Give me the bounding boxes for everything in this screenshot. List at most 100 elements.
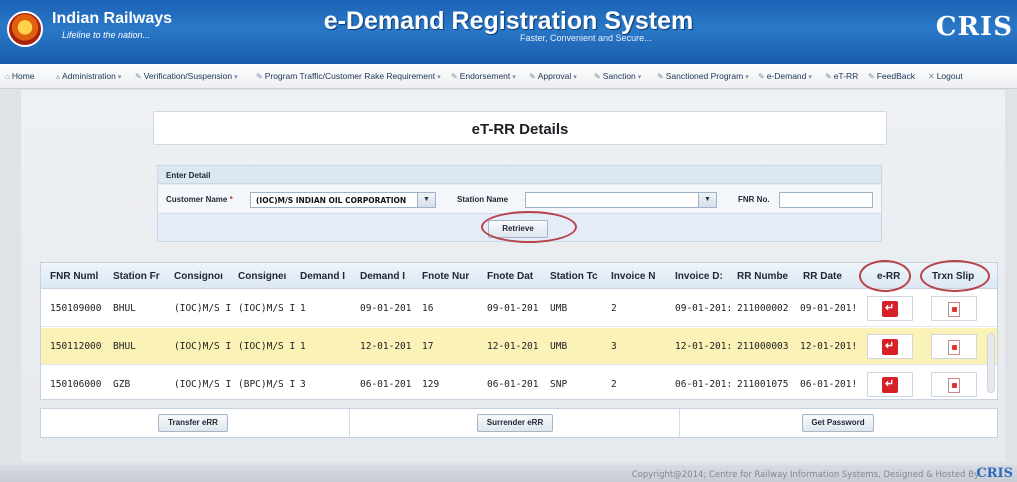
cell-demand-no: 1 xyxy=(300,341,306,352)
customer-name-value: (IOC)M/S INDIAN OIL CORPORATION xyxy=(256,196,407,205)
footer-cris-logo: CRIS xyxy=(976,466,1013,481)
customer-name-label: Customer Name * xyxy=(166,195,233,204)
trxn-slip-button[interactable] xyxy=(931,372,977,397)
col-e-rr[interactable]: e-RR xyxy=(877,271,917,282)
cell-consignor: (IOC)M/S I xyxy=(174,341,232,352)
e-rr-download-button[interactable] xyxy=(867,296,913,321)
table-row[interactable]: 150106000 GZB (IOC)M/S I (BPC)M/S I 3 06… xyxy=(41,366,997,399)
menu-feedback[interactable]: ✎ FeedBack xyxy=(868,71,915,81)
col-invoice-date[interactable]: Invoice D: xyxy=(675,271,735,282)
page-footer: Copyright@2014; Centre for Railway Infor… xyxy=(0,465,1017,482)
col-consignee[interactable]: Consigneı xyxy=(238,271,300,282)
fnr-no-label: FNR No. xyxy=(738,195,770,204)
cell-consignee: (BPC)M/S I xyxy=(238,379,296,390)
action-bar: Transfer eRR Surrender eRR Get Password xyxy=(40,408,998,438)
menu-logout[interactable]: ✕ Logout xyxy=(928,71,963,81)
surrender-err-button[interactable]: Surrender eRR xyxy=(477,414,553,432)
cell-fnote-no: 17 xyxy=(422,341,434,352)
chevron-down-icon: ▾ xyxy=(573,74,577,81)
action-cell: Surrender eRR xyxy=(350,409,680,437)
cell-invoice-date: 09-01-201: xyxy=(675,303,733,314)
chevron-down-icon: ▾ xyxy=(808,74,812,81)
menu-administration[interactable]: ▵ Administration ▾ xyxy=(56,71,121,81)
chevron-down-icon[interactable]: ▼ xyxy=(417,193,435,207)
cell-fnote-date: 12-01-201 xyxy=(487,341,539,352)
cell-fnr: 150106000 xyxy=(50,379,102,390)
e-rr-download-button[interactable] xyxy=(867,334,913,359)
menu-sanctioned-program[interactable]: ✎ Sanctioned Program ▾ xyxy=(657,71,749,81)
cell-rr-date: 09-01-201! xyxy=(800,303,858,314)
pencil-icon: ✎ xyxy=(868,72,875,81)
menu-endorsement[interactable]: ✎ Endorsement ▾ xyxy=(451,71,516,81)
station-name-select[interactable]: ▼ xyxy=(525,192,717,208)
col-station-to[interactable]: Station Tc xyxy=(550,271,610,282)
cell-demand-date: 12-01-201 xyxy=(360,341,412,352)
cell-demand-date: 06-01-201 xyxy=(360,379,412,390)
col-demand-date[interactable]: Demand I xyxy=(360,271,420,282)
col-fnote-date[interactable]: Fnote Dat xyxy=(487,271,547,282)
menu-e-demand[interactable]: ✎ e-Demand ▾ xyxy=(758,71,812,81)
trxn-slip-button[interactable] xyxy=(931,334,977,359)
col-rr-date[interactable]: RR Date xyxy=(803,271,859,282)
menu-home[interactable]: ⌂ Home xyxy=(5,71,35,81)
menu-verification[interactable]: ✎ Verification/Suspension ▾ xyxy=(135,71,238,81)
col-consignor[interactable]: Consignoı xyxy=(174,271,236,282)
search-form: Enter Detail Customer Name * (IOC)M/S IN… xyxy=(157,165,882,242)
menu-approval[interactable]: ✎ Approval ▾ xyxy=(529,71,577,81)
cell-invoice-no: 2 xyxy=(611,379,617,390)
table-scrollbar[interactable] xyxy=(987,333,995,393)
pencil-icon: ✎ xyxy=(825,72,832,81)
form-header: Enter Detail xyxy=(158,166,881,184)
pencil-icon: ✎ xyxy=(451,72,458,81)
table-row[interactable]: 150112000 BHUL (IOC)M/S I (IOC)M/S I 1 1… xyxy=(41,328,997,365)
app-title: e-Demand Registration System xyxy=(323,7,694,35)
cell-consignor: (IOC)M/S I xyxy=(174,303,232,314)
col-rr-number[interactable]: RR Numbe xyxy=(737,271,795,282)
cell-demand-date: 09-01-201 xyxy=(360,303,412,314)
home-icon: ⌂ xyxy=(5,72,10,81)
cell-demand-no: 3 xyxy=(300,379,306,390)
get-password-button[interactable]: Get Password xyxy=(802,414,874,432)
pencil-icon: ✎ xyxy=(529,72,536,81)
table-header: FNR Numl Station Fr Consignoı Consigneı … xyxy=(41,263,997,289)
chevron-down-icon: ▾ xyxy=(637,74,642,81)
fnr-no-input[interactable] xyxy=(779,192,873,208)
cell-invoice-date: 12-01-201: xyxy=(675,341,733,352)
action-cell: Transfer eRR xyxy=(41,409,350,437)
pencil-icon: ✎ xyxy=(594,72,601,81)
form-section-label: Enter Detail xyxy=(166,171,211,180)
col-demand-no[interactable]: Demand I xyxy=(300,271,358,282)
customer-name-select[interactable]: (IOC)M/S INDIAN OIL CORPORATION ▼ xyxy=(250,192,436,208)
col-fnote-no[interactable]: Fnote Nur xyxy=(422,271,482,282)
cell-station-from: BHUL xyxy=(113,303,136,314)
app-subtitle: Faster, Convenient and Secure... xyxy=(520,33,652,43)
menu-sanction[interactable]: ✎ Sanction ▾ xyxy=(594,71,641,81)
retrieve-button[interactable]: Retrieve xyxy=(488,220,548,238)
page-title-box: eT-RR Details xyxy=(153,111,887,145)
cell-fnr: 150112000 xyxy=(50,341,102,352)
col-station-from[interactable]: Station Fr xyxy=(113,271,173,282)
cell-invoice-date: 06-01-201: xyxy=(675,379,733,390)
page-title: eT-RR Details xyxy=(471,121,569,138)
transfer-err-button[interactable]: Transfer eRR xyxy=(158,414,228,432)
table-row[interactable]: 150109000 BHUL (IOC)M/S I (IOC)M/S I 1 0… xyxy=(41,290,997,327)
cell-invoice-no: 2 xyxy=(611,303,617,314)
e-rr-download-button[interactable] xyxy=(867,372,913,397)
trxn-slip-button[interactable] xyxy=(931,296,977,321)
main-menu: ⌂ Home ▵ Administration ▾ ✎ Verification/Sus… xyxy=(0,64,1017,89)
cell-station-to: SNP xyxy=(550,379,568,390)
col-invoice-no[interactable]: Invoice N xyxy=(611,271,671,282)
menu-program-traffic[interactable]: ✎ Program Traffic/Customer Rake Requireme… xyxy=(256,71,441,81)
chevron-down-icon[interactable]: ▼ xyxy=(698,193,716,207)
cell-station-to: UMB xyxy=(550,341,568,352)
pdf-icon xyxy=(882,377,898,393)
menu-et-rr[interactable]: ✎ eT-RR xyxy=(825,71,858,81)
station-name-label: Station Name xyxy=(457,195,509,204)
cell-station-from: GZB xyxy=(113,379,131,390)
cell-invoice-no: 3 xyxy=(611,341,617,352)
col-fnr-number[interactable]: FNR Numl xyxy=(50,271,112,282)
cell-fnote-no: 129 xyxy=(422,379,440,390)
col-trxn-slip[interactable]: Trxn Slip xyxy=(932,271,988,282)
pencil-icon: ✎ xyxy=(256,72,263,81)
cell-consignee: (IOC)M/S I xyxy=(238,341,296,352)
